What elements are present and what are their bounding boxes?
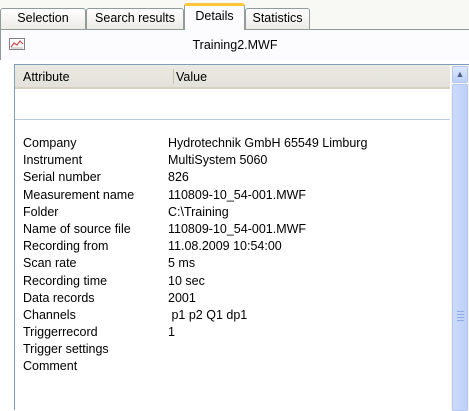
line-chart-icon <box>9 38 25 50</box>
column-header-attribute[interactable]: Attribute <box>23 70 70 84</box>
empty-row <box>15 99 450 119</box>
value-cell: 2001 <box>168 290 196 305</box>
table-row[interactable]: Recording from 11.08.2009 10:54:00 <box>15 238 450 255</box>
attribute-cell: Triggerrecord <box>23 325 98 340</box>
tab-selection[interactable]: Selection <box>0 8 86 29</box>
tab-label: Search results <box>95 11 175 25</box>
tab-details[interactable]: Details <box>184 3 245 30</box>
column-divider[interactable] <box>173 69 174 84</box>
attribute-cell: Trigger settings <box>23 342 109 357</box>
attribute-rows: Company Hydrotechnik GmbH 65549 Limburg I… <box>15 135 450 376</box>
value-cell: MultiSystem 5060 <box>168 153 268 168</box>
list-header: Attribute Value <box>15 65 450 89</box>
table-row[interactable]: Name of source file 110809-10_54-001.MWF <box>15 221 450 238</box>
grip-line <box>457 320 464 321</box>
column-header-value[interactable]: Value <box>176 70 207 84</box>
attribute-cell: Instrument <box>23 153 83 168</box>
value-cell: 110809-10_54-001.MWF <box>168 221 307 236</box>
attribute-cell: Scan rate <box>23 256 77 271</box>
vertical-scrollbar[interactable]: ▲ <box>451 65 469 411</box>
table-row[interactable]: Triggerrecord 1 <box>15 324 450 341</box>
value-cell: Hydrotechnik GmbH 65549 Limburg <box>168 136 368 150</box>
group-divider <box>15 119 450 120</box>
attribute-cell: Measurement name <box>23 187 135 202</box>
chevron-up-icon[interactable]: ▲ <box>452 66 468 83</box>
attribute-cell: Company <box>23 136 77 150</box>
tab-strip: Selection Search results Details Statist… <box>0 0 469 30</box>
table-row[interactable]: Company Hydrotechnik GmbH 65549 Limburg <box>15 135 450 152</box>
tab-search-results[interactable]: Search results <box>86 8 184 29</box>
grip-line <box>457 311 464 312</box>
table-row[interactable]: Instrument MultiSystem 5060 <box>15 152 450 169</box>
attribute-cell: Recording from <box>23 239 109 254</box>
attribute-cell: Channels <box>23 307 76 322</box>
attribute-cell: Recording time <box>23 273 108 288</box>
tab-statistics[interactable]: Statistics <box>245 8 310 29</box>
table-row[interactable]: Comment <box>15 358 450 375</box>
value-cell: 5 ms <box>168 256 196 271</box>
details-window: Selection Search results Details Statist… <box>0 0 469 411</box>
value-cell: 11.08.2009 10:54:00 <box>168 239 282 254</box>
attribute-cell: Data records <box>23 290 95 305</box>
details-list: Attribute Value Company Hydrotechnik GmbH… <box>14 64 469 411</box>
value-cell: C:\Training <box>168 204 229 219</box>
file-title: Training2.MWF <box>192 38 278 52</box>
attribute-cell: Serial number <box>23 170 101 185</box>
attribute-cell: Folder <box>23 204 59 219</box>
scrollbar-thumb[interactable] <box>452 84 468 411</box>
table-row[interactable]: Serial number 826 <box>15 169 450 186</box>
value-cell: 10 sec <box>168 273 205 288</box>
tab-label: Selection <box>17 11 69 25</box>
value-cell: 826 <box>168 170 189 185</box>
tab-label: Statistics <box>252 11 303 25</box>
table-row[interactable]: Measurement name 110809-10_54-001.MWF <box>15 187 450 204</box>
table-row[interactable]: Data records 2001 <box>15 290 450 307</box>
value-cell: p1 p2 Q1 dp1 <box>168 307 248 322</box>
attribute-cell: Name of source file <box>23 221 131 236</box>
table-row[interactable]: Folder C:\Training <box>15 204 450 221</box>
tab-label: Details <box>195 9 234 23</box>
table-row[interactable]: Channels p1 p2 Q1 dp1 <box>15 307 450 324</box>
value-cell: 1 <box>168 325 175 340</box>
value-cell: 110809-10_54-001.MWF <box>168 187 307 202</box>
grip-line <box>457 314 464 315</box>
grip-line <box>457 317 464 318</box>
table-row[interactable]: Scan rate 5 ms <box>15 255 450 272</box>
table-row[interactable]: Recording time 10 sec <box>15 273 450 290</box>
attribute-cell: Comment <box>23 359 78 374</box>
table-row[interactable]: Trigger settings <box>15 341 450 358</box>
